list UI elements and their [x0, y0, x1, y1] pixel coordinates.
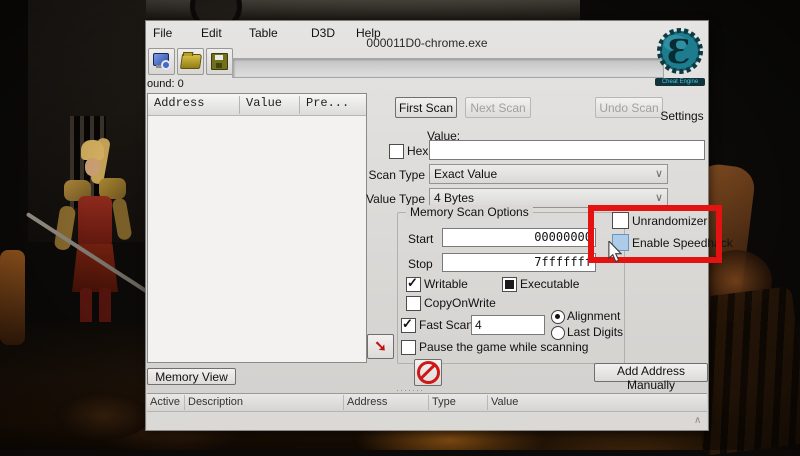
copyonwrite-checkbox[interactable]: [406, 296, 421, 311]
writable-checkbox[interactable]: ✓: [406, 275, 421, 292]
logo-caption: Cheat Engine: [655, 78, 705, 86]
column-divider: [487, 395, 488, 410]
chevron-down-icon: ∨: [654, 168, 663, 180]
fast-scan-label: Fast Scan: [419, 318, 474, 332]
results-col-value[interactable]: Value: [240, 96, 300, 114]
column-divider: [343, 395, 344, 410]
fast-scan-alignment-input[interactable]: 4: [471, 315, 545, 335]
svg-text:Ɛ: Ɛ: [667, 32, 691, 71]
last-digits-label: Last Digits: [567, 325, 624, 339]
scan-type-label: Scan Type: [368, 168, 425, 182]
red-arrow-icon: ➘: [374, 338, 387, 355]
executable-label: Executable: [520, 277, 580, 291]
start-label: Start: [408, 232, 434, 246]
scan-type-select[interactable]: Exact Value ∨: [429, 164, 668, 184]
mouse-cursor: [608, 241, 623, 263]
alignment-radio[interactable]: [551, 310, 565, 324]
save-table-button[interactable]: [206, 48, 233, 75]
column-divider: [184, 395, 185, 410]
gear-e-icon: Ɛ: [657, 28, 703, 74]
hex-checkbox[interactable]: [389, 144, 404, 159]
next-scan-button[interactable]: Next Scan: [465, 97, 531, 118]
indeterminate-square-icon: [505, 280, 514, 289]
stop-address-input[interactable]: 7fffffff: [442, 253, 596, 272]
open-table-button[interactable]: [177, 48, 204, 75]
select-process-button[interactable]: [148, 48, 175, 75]
add-address-manually-button[interactable]: Add Address Manually: [594, 363, 708, 392]
hex-label: Hex: [407, 144, 429, 158]
stop-scan-button[interactable]: [414, 359, 442, 386]
resize-grip-icon[interactable]: ∧: [694, 415, 701, 426]
check-icon: ✓: [407, 275, 418, 290]
select-process-icon: [152, 53, 171, 70]
value-type-label: Value Type: [366, 192, 425, 206]
start-address-input[interactable]: 00000000: [442, 228, 596, 247]
col-value[interactable]: Value: [491, 396, 518, 408]
check-icon: ✓: [402, 316, 413, 331]
address-list-header: Active Description Address Type Value: [147, 394, 707, 412]
column-divider: [428, 395, 429, 410]
copyonwrite-label: CopyOnWrite: [424, 296, 496, 310]
menu-edit[interactable]: Edit: [201, 26, 222, 42]
address-list-table: Active Description Address Type Value ∧: [147, 393, 707, 431]
scan-results-list[interactable]: Address Value Pre...: [147, 93, 367, 363]
last-digits-radio[interactable]: [551, 326, 565, 340]
pause-game-label: Pause the game while scanning: [419, 340, 589, 354]
col-type[interactable]: Type: [432, 396, 456, 408]
fast-scan-checkbox[interactable]: ✓: [401, 316, 416, 333]
copy-to-addresslist-button[interactable]: ➘: [367, 334, 394, 359]
save-floppy-icon: [211, 53, 228, 70]
memory-view-button[interactable]: Memory View: [147, 368, 236, 385]
stop-label: Stop: [408, 257, 433, 271]
results-header: Address Value Pre...: [148, 94, 366, 116]
open-folder-icon: [179, 54, 202, 69]
first-scan-button[interactable]: First Scan: [395, 97, 457, 118]
col-description[interactable]: Description: [188, 396, 243, 408]
menu-file[interactable]: File: [153, 26, 172, 42]
cheat-engine-logo: Ɛ Cheat Engine: [653, 26, 709, 106]
found-count-label: ound: 0: [147, 78, 184, 90]
writable-label: Writable: [424, 277, 468, 291]
scan-type-value: Exact Value: [434, 167, 498, 181]
results-col-previous[interactable]: Pre...: [300, 96, 364, 114]
blocked-icon: [416, 361, 440, 384]
chevron-down-icon: ∨: [654, 192, 663, 204]
scan-progress-bar: [232, 58, 664, 78]
alignment-label: Alignment: [567, 309, 621, 323]
attached-process-title: 000011D0-chrome.exe: [366, 36, 488, 50]
settings-link[interactable]: Settings: [655, 109, 709, 123]
value-type-value: 4 Bytes: [434, 191, 475, 205]
value-input[interactable]: [429, 140, 705, 160]
col-address[interactable]: Address: [347, 396, 387, 408]
executable-checkbox[interactable]: [502, 277, 517, 292]
results-col-address[interactable]: Address: [148, 96, 240, 114]
col-active[interactable]: Active: [150, 396, 180, 408]
memory-scan-options-legend: Memory Scan Options: [406, 205, 533, 219]
pause-game-checkbox[interactable]: [401, 340, 416, 355]
